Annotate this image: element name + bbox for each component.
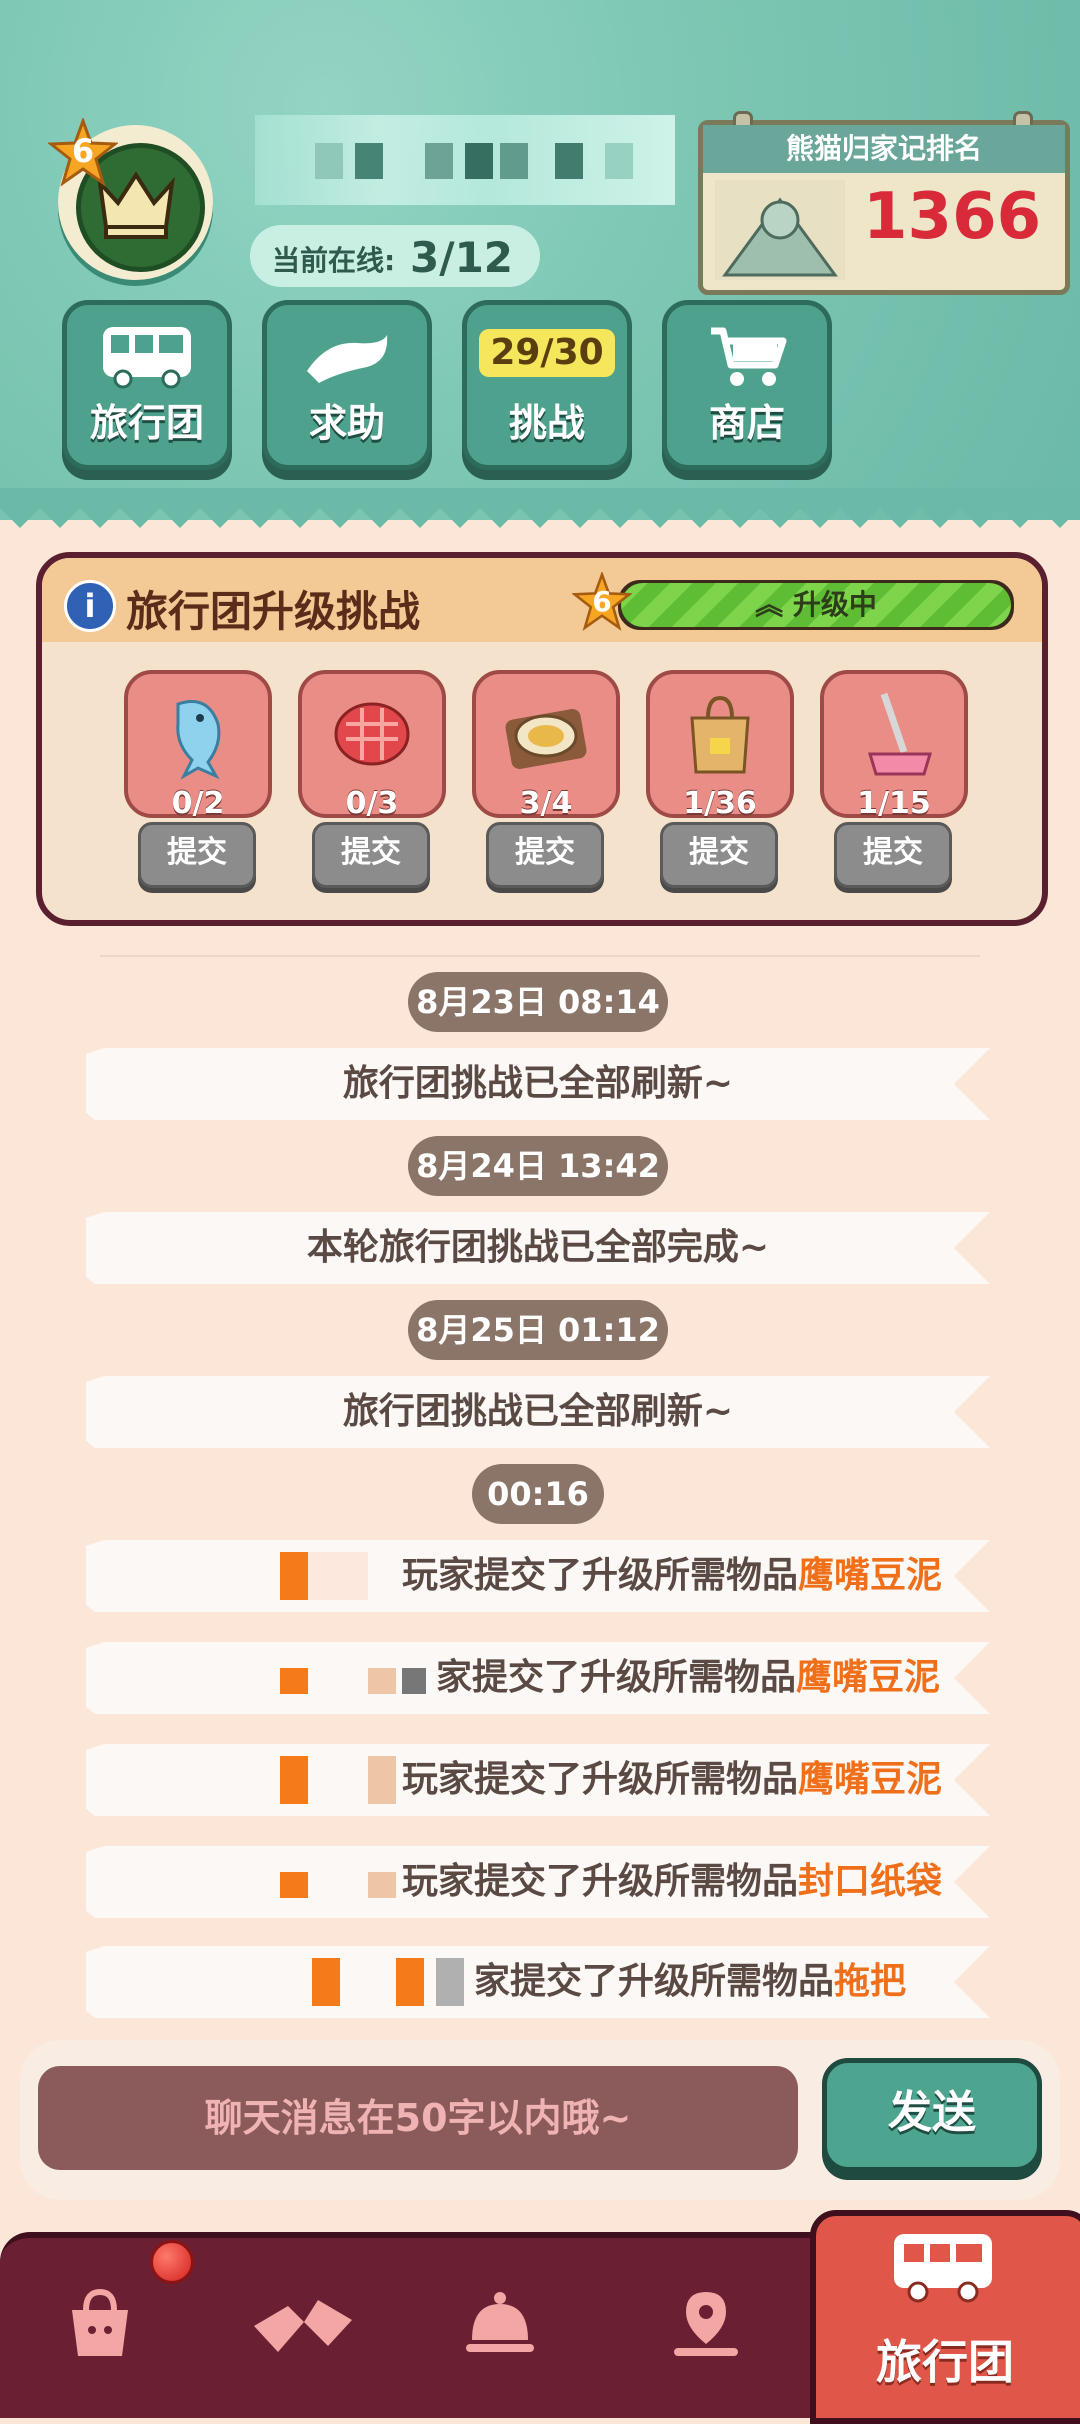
item-count: 1/36: [683, 786, 757, 821]
submit-button[interactable]: 提交: [312, 822, 430, 888]
system-message: 旅行团挑战已全部刷新~: [86, 1048, 990, 1120]
bus-icon: [894, 2234, 992, 2303]
paper-bag-icon: [690, 695, 750, 774]
system-message: 旅行团挑战已全部刷新~: [86, 1376, 990, 1448]
panel-level-number: 6: [592, 585, 612, 618]
hand-icon: [307, 335, 388, 383]
timestamp: 8月23日 08:14: [408, 972, 668, 1032]
panel-level-star: 6: [571, 570, 633, 632]
nav-label: 求助: [308, 401, 385, 445]
bottom-nav-tour-group-tab[interactable]: 旅行团: [810, 2210, 1080, 2424]
item-mop[interactable]: 1/15: [820, 670, 968, 821]
player-name-redacted: [196, 1552, 396, 1600]
player-message: 玩家提交了升级所需物品鹰嘴豆泥: [86, 1744, 990, 1816]
item-dolphin[interactable]: 0/2: [124, 670, 272, 821]
nav-tour-group-button[interactable]: 旅行团: [62, 300, 232, 470]
player-message: 家提交了升级所需物品鹰嘴豆泥: [86, 1642, 990, 1714]
timestamp: 8月25日 01:12: [408, 1300, 668, 1360]
info-icon[interactable]: i: [64, 580, 116, 632]
message-text: 旅行团挑战已全部刷新~: [342, 1391, 734, 1432]
message-text: 旅行团挑战已全部刷新~: [342, 1063, 734, 1104]
meat-icon: [334, 702, 410, 766]
timestamp: 00:16: [472, 1464, 604, 1524]
bus-icon: [103, 327, 191, 389]
player-name-redacted: [196, 1756, 396, 1804]
item-count: 0/2: [171, 786, 225, 821]
message-text: 本轮旅行团挑战已全部完成~: [306, 1227, 770, 1268]
item-meat[interactable]: 0/3: [298, 670, 446, 821]
nav-shop-button[interactable]: 商店: [662, 300, 832, 470]
submit-button[interactable]: 提交: [660, 822, 778, 888]
item-name: 鹰嘴豆泥: [798, 1555, 943, 1596]
bag-icon[interactable]: [60, 2284, 140, 2364]
ranking-card[interactable]: 熊猫归家记排名 1366: [698, 111, 1070, 295]
send-button[interactable]: 发送: [822, 2058, 1042, 2172]
online-value: 3/12: [410, 233, 514, 282]
nav-challenge-button[interactable]: 29/30 挑战: [462, 300, 632, 470]
item-dish[interactable]: 3/4: [472, 670, 620, 821]
cart-icon: [711, 327, 787, 386]
player-message: 玩家提交了升级所需物品鹰嘴豆泥: [86, 1540, 990, 1612]
map-pin-icon[interactable]: [666, 2284, 746, 2364]
message-text: 家提交了升级所需物品拖把: [474, 1961, 907, 2002]
submit-button[interactable]: 提交: [138, 822, 256, 888]
notification-dot: [150, 2240, 194, 2284]
player-message: 玩家提交了升级所需物品封口纸袋: [86, 1846, 990, 1918]
nav-label: 挑战: [508, 401, 585, 445]
player-message: 家提交了升级所需物品拖把: [86, 1946, 990, 2018]
submit-button[interactable]: 提交: [486, 822, 604, 888]
message-text: 玩家提交了升级所需物品封口纸袋: [402, 1861, 943, 1902]
upgrade-arrow-icon: ︽: [755, 588, 793, 621]
ranking-title: 熊猫归家记排名: [703, 125, 1065, 173]
mop-icon: [867, 692, 933, 776]
chat-input[interactable]: 聊天消息在50字以内哦~: [38, 2066, 798, 2170]
divider: [100, 955, 980, 957]
item-name: 鹰嘴豆泥: [796, 1657, 941, 1698]
message-text: 玩家提交了升级所需物品鹰嘴豆泥: [402, 1759, 943, 1800]
bell-icon[interactable]: [460, 2284, 540, 2364]
active-tab-label: 旅行团: [876, 2335, 1014, 2389]
hands-icon[interactable]: [248, 2286, 358, 2366]
online-label: 当前在线:: [272, 244, 396, 277]
item-count: 0/3: [345, 786, 399, 821]
system-message: 本轮旅行团挑战已全部完成~: [86, 1212, 990, 1284]
progress-status: ︽ 升级中: [755, 588, 877, 621]
message-text: 家提交了升级所需物品鹰嘴豆泥: [436, 1657, 941, 1698]
submit-button[interactable]: 提交: [834, 822, 952, 888]
online-count: 当前在线: 3/12: [250, 225, 540, 287]
nav-label: 商店: [708, 401, 785, 445]
nav-label: 旅行团: [89, 401, 204, 445]
item-name: 鹰嘴豆泥: [798, 1759, 943, 1800]
level-star-badge: 6: [46, 116, 120, 188]
upgrade-challenge-panel: i 旅行团升级挑战 ︽ 升级中 6 0/2 0/3 3/4 1/36 1/15 …: [36, 552, 1048, 926]
player-name-redacted: [196, 1858, 396, 1906]
item-name: 封口纸袋: [798, 1861, 943, 1902]
item-name: 拖把: [834, 1961, 907, 2002]
player-name-redacted: [196, 1654, 436, 1702]
ranking-value: 1366: [863, 180, 1042, 254]
panda-statue-icon: [715, 180, 845, 280]
dish-icon: [505, 709, 587, 769]
nav-help-button[interactable]: 求助: [262, 300, 432, 470]
item-count: 3/4: [519, 786, 573, 821]
timestamp: 8月24日 13:42: [408, 1136, 668, 1196]
item-paper-bag[interactable]: 1/36: [646, 670, 794, 821]
challenge-count: 29/30: [479, 329, 615, 377]
dolphin-icon: [176, 700, 221, 780]
zigzag-edge: [0, 488, 1080, 528]
level-number: 6: [71, 132, 95, 170]
player-name-redacted: [196, 1958, 486, 2006]
upgrade-progress-bar: ︽ 升级中: [618, 580, 1014, 630]
message-text: 玩家提交了升级所需物品鹰嘴豆泥: [402, 1555, 943, 1596]
item-count: 1/15: [857, 786, 931, 821]
panel-title: 旅行团升级挑战: [126, 587, 421, 636]
username-redacted: [255, 115, 675, 205]
